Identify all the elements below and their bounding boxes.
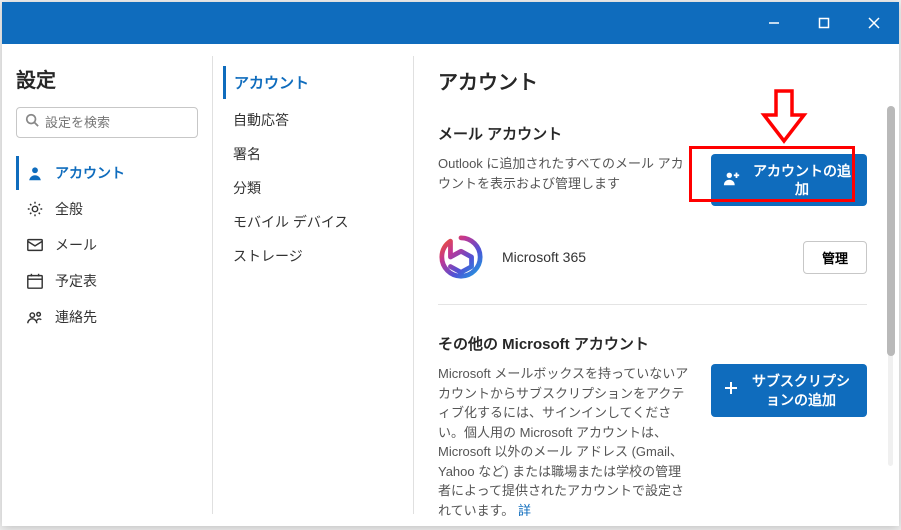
mail-accounts-heading: メール アカウント [438,123,867,144]
subnav-storage[interactable]: ストレージ [223,239,403,273]
people-plus-icon [723,169,741,191]
mail-accounts-desc: Outlook に追加されたすべてのメール アカウントを表示および管理します [438,154,691,193]
search-input[interactable] [45,115,221,130]
minimize-button[interactable] [749,2,799,44]
add-subscription-button[interactable]: サブスクリプションの追加 [711,364,867,416]
nav-calendar[interactable]: 予定表 [16,264,198,298]
settings-nav-panel: 設定 アカウント 全般 [2,44,212,526]
search-box[interactable] [16,107,198,138]
add-account-button[interactable]: アカウントの追加 [711,154,867,206]
manage-button[interactable]: 管理 [803,241,867,274]
settings-window: 設定 アカウント 全般 [2,2,899,526]
settings-detail-panel: アカウント メール アカウント Outlook に追加されたすべてのメール アカ… [414,44,899,526]
people-icon [25,307,45,327]
add-subscription-label: サブスクリプションの追加 [747,372,855,408]
microsoft365-icon [438,234,484,280]
subnav-mobile-devices[interactable]: モバイル デバイス [223,205,403,239]
other-accounts-row: Microsoft メールボックスを持っていないアカウントからサブスクリプション… [438,364,867,516]
other-accounts-desc: Microsoft メールボックスを持っていないアカウントからサブスクリプション… [438,364,691,516]
account-entry: Microsoft 365 管理 [438,224,867,305]
detail-title: アカウント [438,66,867,95]
nav-account[interactable]: アカウント [16,156,198,190]
close-button[interactable] [849,2,899,44]
more-link[interactable]: 詳 [518,503,531,516]
subnav-signature[interactable]: 署名 [223,137,403,171]
nav-general[interactable]: 全般 [16,192,198,226]
page-title: 設定 [16,64,198,93]
calendar-icon [25,271,45,291]
nav-contacts[interactable]: 連絡先 [16,300,198,334]
scrollbar-thumb[interactable] [887,106,895,356]
mail-icon [25,235,45,255]
subnav-auto-reply[interactable]: 自動応答 [223,103,403,137]
nav-label: メール [55,235,97,255]
nav-label: 全般 [55,199,83,219]
nav-label: 連絡先 [55,307,97,327]
nav-label: 予定表 [55,271,97,291]
nav-label: アカウント [55,163,125,183]
titlebar [2,2,899,44]
account-entry-left: Microsoft 365 [438,234,586,280]
other-accounts-heading: その他の Microsoft アカウント [438,333,867,354]
content-area: 設定 アカウント 全般 [2,44,899,526]
add-account-label: アカウントの追加 [749,162,855,198]
person-icon [25,163,45,183]
search-icon [25,113,45,132]
nav-mail[interactable]: メール [16,228,198,262]
subnav-heading[interactable]: アカウント [223,66,403,99]
plus-icon [723,380,739,400]
detail-scroll[interactable]: アカウント メール アカウント Outlook に追加されたすべてのメール アカ… [438,66,889,516]
account-name: Microsoft 365 [502,249,586,265]
subnav-categories[interactable]: 分類 [223,171,403,205]
maximize-button[interactable] [799,2,849,44]
settings-subnav-panel: アカウント 自動応答 署名 分類 モバイル デバイス ストレージ [213,44,413,526]
gear-icon [25,199,45,219]
mail-accounts-row: Outlook に追加されたすべてのメール アカウントを表示および管理します ア… [438,154,867,206]
